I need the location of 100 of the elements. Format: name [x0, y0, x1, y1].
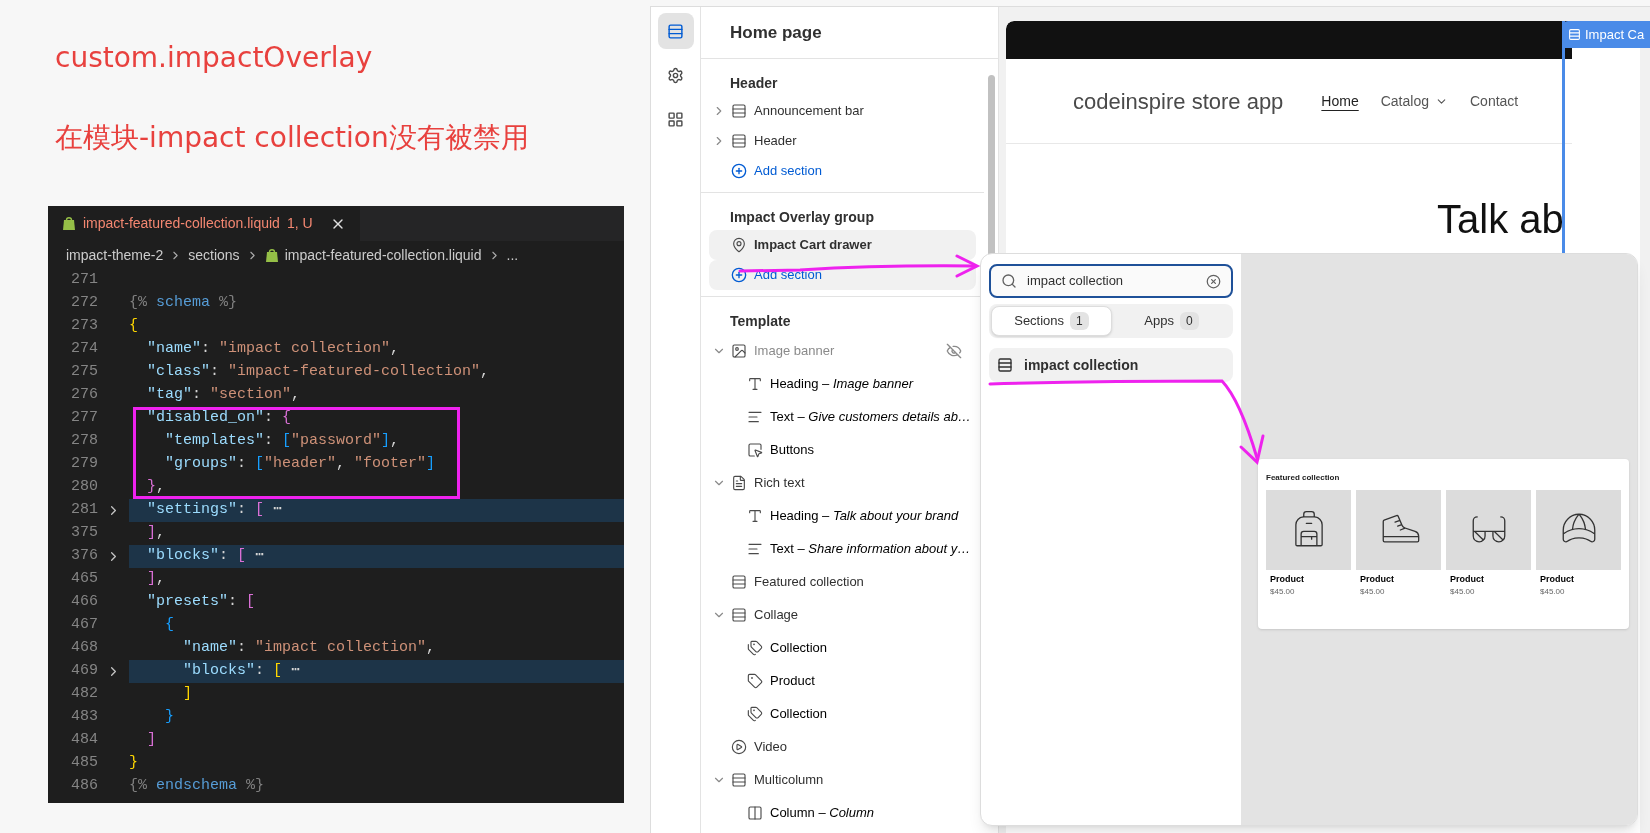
tags-icon — [747, 639, 763, 656]
line-number: 466 — [70, 592, 98, 613]
line-number: 276 — [70, 385, 98, 406]
block-item[interactable]: Column – Column — [709, 796, 976, 829]
rows-icon — [1568, 28, 1581, 41]
rail-button[interactable] — [657, 13, 694, 49]
group-title: Impact Overlay group — [730, 207, 874, 227]
cursor-icon — [747, 441, 763, 458]
count-badge: 1 — [1070, 312, 1089, 330]
code-line: "disabled_on": { — [146, 408, 293, 429]
breadcrumb-item[interactable]: sections — [188, 244, 240, 266]
panel-title: Home page — [730, 21, 822, 44]
section-item[interactable]: Impact Cart drawer — [709, 230, 976, 260]
type-icon — [747, 507, 763, 524]
line-number: 375 — [70, 523, 98, 544]
plus-icon — [731, 267, 747, 283]
line-number: 272 — [70, 293, 98, 314]
code-line: "presets": [ — [146, 592, 257, 613]
nav-link[interactable]: Home — [1321, 90, 1359, 112]
product-name: Product — [1540, 574, 1574, 585]
line-number: 274 — [70, 339, 98, 360]
line-number: 485 — [70, 753, 98, 774]
block-item[interactable]: Product — [709, 664, 976, 697]
code-line: { — [129, 316, 139, 337]
product-price: $45.00 — [1450, 587, 1475, 597]
code-line: "tag": "section", — [146, 385, 302, 406]
product-name: Product — [1450, 574, 1484, 585]
section-item[interactable]: Collage — [709, 598, 976, 631]
line-number: 467 — [70, 615, 98, 636]
product-name: Product — [1270, 574, 1304, 585]
nav-link[interactable]: Contact — [1470, 90, 1519, 112]
block-item[interactable]: Text – Share information about y… — [709, 532, 976, 565]
section-item[interactable]: Video — [709, 730, 976, 763]
section-item[interactable]: Rich text — [709, 466, 976, 499]
line-number: 484 — [70, 730, 98, 751]
section-item[interactable]: Header — [709, 126, 976, 156]
rows-icon — [731, 771, 747, 788]
section-item[interactable]: Multicolumn — [709, 763, 976, 796]
settings-icon — [667, 66, 684, 84]
tab[interactable]: Apps 0 — [1112, 306, 1231, 336]
preview-title: Featured collection — [1266, 472, 1341, 484]
shopping-bag-icon — [264, 247, 279, 263]
code-line: "name": "impact collection", — [182, 638, 437, 659]
result-item[interactable]: impact collection — [989, 348, 1233, 382]
rows-icon — [997, 357, 1013, 373]
line-number: 280 — [70, 477, 98, 498]
code-line: "name": "impact collection", — [146, 339, 401, 360]
section-heading: Talk ab — [1437, 197, 1564, 241]
code-line: ] — [146, 730, 158, 751]
code-line: {% endschema %} — [129, 776, 266, 797]
document-icon — [731, 474, 747, 491]
line-number: 486 — [70, 776, 98, 797]
code-line: "class": "impact-featured-collection", — [146, 362, 491, 383]
code-line: } — [129, 753, 139, 774]
block-item[interactable]: Heading – Talk about your brand — [709, 499, 976, 532]
code-line: ], — [146, 523, 167, 544]
tag-icon — [747, 672, 763, 689]
search-icon — [1001, 273, 1017, 289]
breadcrumb-item[interactable]: impact-featured-collection.liquid — [284, 244, 482, 266]
product-price: $45.00 — [1540, 587, 1565, 597]
section-item[interactable]: Announcement bar — [709, 96, 976, 126]
line-number: 483 — [70, 707, 98, 728]
breadcrumb-item[interactable]: impact-theme-2 — [66, 244, 164, 266]
line-number: 271 — [70, 270, 98, 291]
block-item[interactable]: Text – Give customers details ab… — [709, 400, 976, 433]
clear-icon[interactable] — [1206, 273, 1221, 289]
product-price: $45.00 — [1360, 587, 1385, 597]
play-icon — [731, 738, 747, 755]
block-item[interactable]: Collection — [709, 631, 976, 664]
line-number: 273 — [70, 316, 98, 337]
product-price: $45.00 — [1270, 587, 1295, 597]
eye-off-icon[interactable] — [946, 342, 962, 359]
code-line: "groups": ["header", "footer"] — [164, 454, 437, 475]
line-number: 468 — [70, 638, 98, 659]
annotation-text: 在模块-impact collection没有被禁用 — [55, 120, 529, 156]
breadcrumb-item[interactable]: ... — [506, 244, 519, 266]
line-number: 469 — [70, 661, 98, 682]
store-name: codeinspire store app — [1073, 87, 1284, 116]
columns-icon — [747, 804, 763, 821]
rows-icon — [731, 133, 747, 149]
code-line: "templates": ["password"], — [164, 431, 401, 452]
search-field[interactable]: impact collection — [989, 264, 1233, 298]
block-item[interactable]: Buttons — [709, 433, 976, 466]
code-line: }, — [146, 477, 167, 498]
block-item[interactable]: Collection — [709, 697, 976, 730]
line-number: 465 — [70, 569, 98, 590]
editor-tab[interactable]: impact-featured-collection.liquid 1, U — [48, 206, 360, 241]
block-item[interactable]: Heading – Image banner — [709, 367, 976, 400]
section-item[interactable]: Featured collection — [709, 565, 976, 598]
code-line: { — [164, 615, 176, 636]
nav-link[interactable]: Catalog — [1380, 90, 1448, 112]
pin-icon — [731, 237, 747, 253]
section-item[interactable]: Image banner — [709, 334, 976, 367]
rows-icon — [731, 606, 747, 623]
tab[interactable]: Sections 1 — [991, 306, 1112, 336]
grid-icon — [667, 110, 684, 128]
line-number: 278 — [70, 431, 98, 452]
line-number: 279 — [70, 454, 98, 475]
count-badge: 0 — [1179, 312, 1199, 330]
add-section-link[interactable]: Add section — [709, 156, 976, 186]
